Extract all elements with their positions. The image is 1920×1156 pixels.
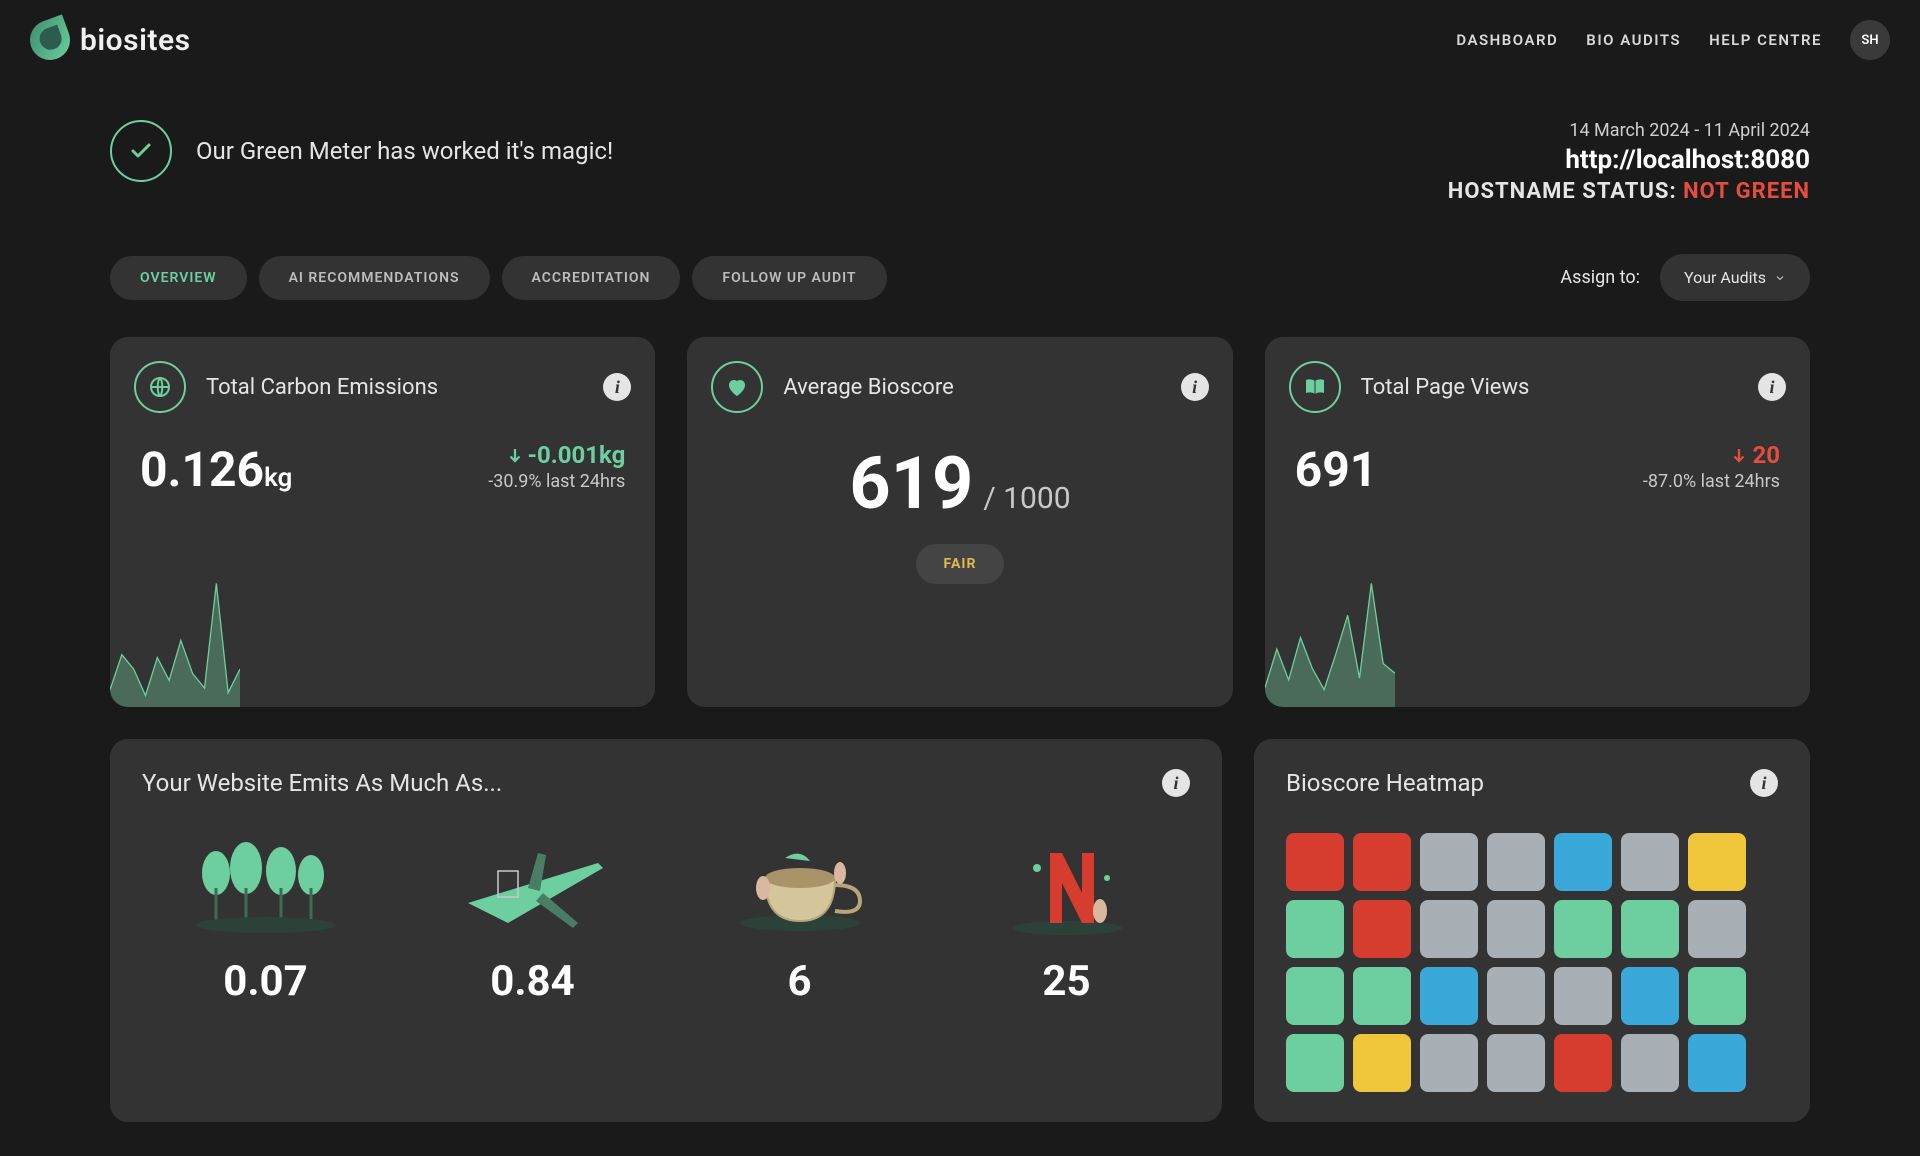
netflix-illustration: [982, 833, 1152, 943]
heatmap-cell[interactable]: [1420, 833, 1478, 891]
heatmap-cell[interactable]: [1487, 833, 1545, 891]
logo[interactable]: biosites: [30, 20, 191, 60]
pageviews-change-percent: -87.0% last 24hrs: [1643, 471, 1780, 492]
date-range: 14 March 2024 - 11 April 2024: [1448, 120, 1810, 141]
leaf-icon: [24, 14, 75, 65]
avatar[interactable]: SH: [1850, 20, 1890, 60]
heatmap-cell[interactable]: [1621, 900, 1679, 958]
plane-illustration: [448, 833, 618, 943]
brand-name: biosites: [80, 23, 191, 58]
emissions-change: -0.001kg: [488, 441, 625, 469]
hostname-status-value: NOT GREEN: [1683, 179, 1810, 204]
tab-ai-recommendations[interactable]: AI RECOMMENDATIONS: [259, 256, 490, 300]
heatmap-cell[interactable]: [1353, 833, 1411, 891]
heatmap-cell[interactable]: [1420, 900, 1478, 958]
heatmap-cell[interactable]: [1487, 1034, 1545, 1092]
card-heatmap: Bioscore Heatmap i: [1254, 739, 1810, 1122]
emissions-unit: kg: [264, 463, 292, 493]
hostname-status-label: HOSTNAME STATUS:: [1448, 179, 1677, 204]
card-emissions: Total Carbon Emissions i 0.126kg -0.001k…: [110, 337, 655, 707]
heatmap-cell[interactable]: [1688, 1034, 1746, 1092]
heatmap-cell[interactable]: [1420, 1034, 1478, 1092]
emit-value: 25: [1042, 957, 1090, 1006]
bioscore-title: Average Bioscore: [783, 375, 953, 400]
emit-cell: 0.07: [142, 833, 389, 1006]
card-pageviews: Total Page Views i 691 20 -87.0% last 24…: [1265, 337, 1810, 707]
chevron-down-icon: [1774, 272, 1786, 284]
host-url: http://localhost:8080: [1448, 145, 1810, 175]
heatmap-cell[interactable]: [1554, 967, 1612, 1025]
heatmap-cell[interactable]: [1353, 900, 1411, 958]
heatmap-cell[interactable]: [1286, 1034, 1344, 1092]
emit-cell: 0.84: [409, 833, 656, 1006]
tab-follow-up-audit[interactable]: FOLLOW UP AUDIT: [692, 256, 886, 300]
pageviews-title: Total Page Views: [1361, 375, 1530, 400]
heatmap-cell[interactable]: [1688, 967, 1746, 1025]
nav-help-centre[interactable]: HELP CENTRE: [1709, 31, 1822, 49]
assign-to-label: Assign to:: [1560, 267, 1640, 288]
heatmap-cell[interactable]: [1487, 900, 1545, 958]
arrow-down-icon: [506, 446, 524, 464]
card-bioscore: Average Bioscore i 619 / 1000 FAIR: [687, 337, 1232, 707]
info-icon[interactable]: i: [603, 373, 631, 401]
emissions-sparkline: [110, 577, 240, 707]
audits-dropdown[interactable]: Your Audits: [1660, 254, 1810, 301]
emissions-title: Total Carbon Emissions: [206, 375, 438, 400]
bioscore-max: / 1000: [983, 481, 1070, 516]
heatmap-cell[interactable]: [1621, 1034, 1679, 1092]
pageviews-change: 20: [1643, 441, 1780, 469]
book-icon: [1289, 361, 1341, 413]
banner: Our Green Meter has worked it's magic!: [110, 120, 613, 182]
emits-row: 0.07 0.84 6 25: [142, 833, 1190, 1006]
heatmap-cell[interactable]: [1420, 967, 1478, 1025]
heatmap-cell[interactable]: [1621, 967, 1679, 1025]
tab-overview[interactable]: OVERVIEW: [110, 256, 247, 300]
card-emits: Your Website Emits As Much As... i 0.070…: [110, 739, 1222, 1122]
info-icon[interactable]: i: [1758, 373, 1786, 401]
info-icon[interactable]: i: [1750, 769, 1778, 797]
globe-icon: [134, 361, 186, 413]
heatmap-cell[interactable]: [1353, 967, 1411, 1025]
heatmap-cell[interactable]: [1286, 900, 1344, 958]
heatmap-cell[interactable]: [1554, 1034, 1612, 1092]
trees-illustration: [181, 833, 351, 943]
emissions-change-value: -0.001kg: [528, 441, 626, 469]
heatmap-cell[interactable]: [1554, 833, 1612, 891]
emit-value: 0.07: [223, 957, 307, 1006]
heatmap-title: Bioscore Heatmap: [1286, 769, 1484, 797]
info-icon[interactable]: i: [1181, 373, 1209, 401]
emissions-change-percent: -30.9% last 24hrs: [488, 471, 625, 492]
info-icon[interactable]: i: [1162, 769, 1190, 797]
emit-value: 0.84: [490, 957, 574, 1006]
heatmap-cell[interactable]: [1688, 900, 1746, 958]
heatmap-grid: [1286, 833, 1778, 1092]
banner-text: Our Green Meter has worked it's magic!: [196, 137, 613, 165]
nav-dashboard[interactable]: DASHBOARD: [1456, 31, 1558, 49]
hostname-status: HOSTNAME STATUS: NOT GREEN: [1448, 179, 1810, 204]
heatmap-cell[interactable]: [1487, 967, 1545, 1025]
check-circle-icon: [110, 120, 172, 182]
heatmap-cell[interactable]: [1688, 833, 1746, 891]
arrow-down-icon: [1730, 446, 1748, 464]
tea-illustration: [715, 833, 885, 943]
emit-value: 6: [787, 957, 811, 1006]
emit-cell: 25: [943, 833, 1190, 1006]
pageviews-value: 691: [1295, 441, 1378, 498]
audits-dropdown-value: Your Audits: [1684, 268, 1766, 287]
heatmap-cell[interactable]: [1286, 967, 1344, 1025]
pageviews-change-value: 20: [1752, 441, 1780, 469]
bioscore-badge: FAIR: [916, 544, 1005, 584]
bioscore-value: 619: [849, 441, 973, 526]
heatmap-cell[interactable]: [1621, 833, 1679, 891]
tab-accreditation[interactable]: ACCREDITATION: [502, 256, 681, 300]
emissions-value: 0.126: [140, 441, 264, 498]
emits-title: Your Website Emits As Much As...: [142, 769, 502, 797]
nav-bio-audits[interactable]: BIO AUDITS: [1586, 31, 1681, 49]
heatmap-cell[interactable]: [1353, 1034, 1411, 1092]
pageviews-sparkline: [1265, 577, 1395, 707]
emit-cell: 6: [676, 833, 923, 1006]
heatmap-cell[interactable]: [1286, 833, 1344, 891]
heatmap-cell[interactable]: [1554, 900, 1612, 958]
heart-icon: [711, 361, 763, 413]
